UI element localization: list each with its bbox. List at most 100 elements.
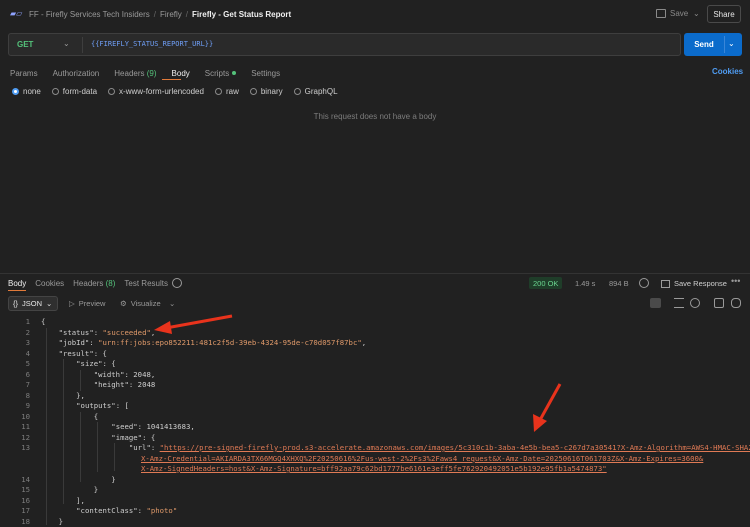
line-number: 11 xyxy=(21,422,30,431)
body-type-urlencoded[interactable]: x-www-form-urlencoded xyxy=(108,87,204,96)
line-number: 10 xyxy=(21,411,30,421)
code-line: "width": 2048, xyxy=(93,369,156,379)
response-size[interactable]: 894 B xyxy=(609,279,629,288)
resp-tab-body[interactable]: Body xyxy=(8,279,26,288)
breadcrumb-separator: / xyxy=(185,10,189,19)
body-type-raw[interactable]: raw xyxy=(214,87,239,96)
tab-body[interactable]: Body xyxy=(172,69,190,78)
visualize-label: Visualize xyxy=(130,299,161,308)
format-select[interactable]: {} JSON ⌄ xyxy=(8,296,58,311)
response-time[interactable]: 1.49 s xyxy=(575,279,595,288)
save-options-chevron-icon[interactable]: ⌄ xyxy=(693,9,700,18)
code-line: } xyxy=(41,474,116,484)
method-chevron-down-icon[interactable]: ⌄ xyxy=(63,39,70,48)
tab-headers[interactable]: Headers (9) xyxy=(114,69,156,78)
url-input[interactable]: {{FIREFLY_STATUS_REPORT_URL}} xyxy=(91,40,213,48)
top-bar: ▰▱ FF - Firefly Services Tech Insiders /… xyxy=(0,0,750,30)
image-url-link[interactable]: X-Amz-SignedHeaders=host&X-Amz-Signature… xyxy=(141,464,607,473)
resp-tab-test-results[interactable]: Test Results xyxy=(124,279,168,288)
method-select[interactable]: GET xyxy=(17,40,33,49)
breadcrumb-workspace[interactable]: FF - Firefly Services Tech Insiders xyxy=(29,10,150,19)
wrap-lines-icon[interactable] xyxy=(650,298,661,308)
line-number: 12 xyxy=(21,432,30,442)
response-tabs: Body Cookies Headers (8) Test Results xyxy=(8,279,177,288)
radio-icon xyxy=(51,88,59,95)
resp-tab-headers[interactable]: Headers (8) xyxy=(73,279,115,288)
code-line: "result": { xyxy=(58,348,107,358)
request-title[interactable]: Firefly - Get Status Report xyxy=(192,10,291,19)
code-line: X-Amz-Credential=AKIARDA3TX66MGQ4XHXQ%2F… xyxy=(141,454,703,463)
tab-headers-label: Headers xyxy=(114,68,145,78)
line-number: 1 xyxy=(25,317,30,326)
tab-params[interactable]: Params xyxy=(10,69,38,78)
no-body-message: This request does not have a body xyxy=(313,112,437,121)
cookies-link[interactable]: Cookies xyxy=(712,67,743,76)
code-line: "url": "https://pre-signed-firefly-prod.… xyxy=(41,443,750,452)
body-type-label: x-www-form-urlencoded xyxy=(119,87,204,96)
preview-button[interactable]: ▷ Preview xyxy=(69,299,105,308)
json-number: 2048 xyxy=(133,369,151,379)
code-line: } xyxy=(41,516,63,526)
json-number: 1041413683 xyxy=(146,422,191,431)
send-button[interactable]: Send xyxy=(684,33,724,56)
code-line: { xyxy=(41,317,46,326)
json-key: "height" xyxy=(93,380,129,389)
code-line: "size": { xyxy=(76,359,116,368)
code-line: ], xyxy=(41,495,85,505)
line-number: 6 xyxy=(25,369,30,379)
save-button[interactable]: Save xyxy=(656,9,688,18)
send-options-chevron-down-icon[interactable]: ⌄ xyxy=(728,39,735,48)
code-line: "image": { xyxy=(111,432,156,442)
radio-selected-icon xyxy=(12,88,19,95)
body-type-none[interactable]: none xyxy=(12,87,41,96)
request-tabs: Params Authorization Headers (9) Body Sc… xyxy=(10,67,295,79)
preview-label: Preview xyxy=(78,299,106,308)
resp-tab-cookies[interactable]: Cookies xyxy=(35,279,64,288)
scripts-indicator-dot xyxy=(232,71,237,76)
history-icon[interactable] xyxy=(172,278,182,288)
play-icon: ▷ xyxy=(69,299,75,308)
code-line: "contentClass": "photo" xyxy=(76,506,178,515)
json-key: "url" xyxy=(128,443,151,452)
json-key: "size" xyxy=(76,359,103,368)
save-response-icon xyxy=(661,279,670,288)
body-type-graphql[interactable]: GraphQL xyxy=(293,87,338,96)
tab-settings[interactable]: Settings xyxy=(251,69,280,78)
visualize-button[interactable]: ⚙ Visualize xyxy=(120,299,161,308)
radio-icon xyxy=(293,88,301,95)
breadcrumb: FF - Firefly Services Tech Insiders / Fi… xyxy=(29,10,291,19)
code-line: "height": 2048 xyxy=(93,380,156,389)
network-globe-icon[interactable] xyxy=(639,278,649,288)
filter-icon[interactable] xyxy=(674,298,684,308)
radio-icon xyxy=(249,88,257,95)
copy-icon[interactable] xyxy=(714,298,724,308)
link-icon[interactable] xyxy=(731,298,741,308)
tab-scripts[interactable]: Scripts xyxy=(205,69,237,78)
json-key: "status" xyxy=(58,327,94,337)
resp-tab-headers-count: (8) xyxy=(105,279,116,288)
body-type-form-data[interactable]: form-data xyxy=(51,87,97,96)
radio-icon xyxy=(214,88,222,95)
more-options-icon[interactable]: ••• xyxy=(731,276,740,286)
image-url-link[interactable]: "https://pre-signed-firefly-prod.s3-acce… xyxy=(160,443,750,452)
json-key: "outputs" xyxy=(76,401,116,410)
image-url-link[interactable]: X-Amz-Credential=AKIARDA3TX66MGQ4XHXQ%2F… xyxy=(141,454,703,463)
json-number: 2048 xyxy=(137,380,156,389)
status-badge[interactable]: 200 OK xyxy=(529,277,563,289)
body-type-binary[interactable]: binary xyxy=(249,87,283,96)
chevron-down-icon: ⌄ xyxy=(46,299,53,308)
share-button[interactable]: Share xyxy=(707,5,741,23)
pane-resize-divider[interactable] xyxy=(0,273,750,274)
save-response-button[interactable]: Save Response xyxy=(661,279,727,288)
save-icon xyxy=(656,9,666,18)
search-icon[interactable] xyxy=(690,298,700,308)
save-label: Save xyxy=(670,9,689,18)
body-type-options: none form-data x-www-form-urlencoded raw… xyxy=(12,87,349,96)
json-key: "contentClass" xyxy=(76,506,138,515)
tab-authorization[interactable]: Authorization xyxy=(53,69,100,78)
line-number: 4 xyxy=(25,348,30,358)
line-number: 14 xyxy=(21,474,30,484)
visualize-chevron-down-icon[interactable]: ⌄ xyxy=(169,299,175,308)
radio-icon xyxy=(108,88,116,95)
breadcrumb-collection[interactable]: Firefly xyxy=(160,10,182,19)
